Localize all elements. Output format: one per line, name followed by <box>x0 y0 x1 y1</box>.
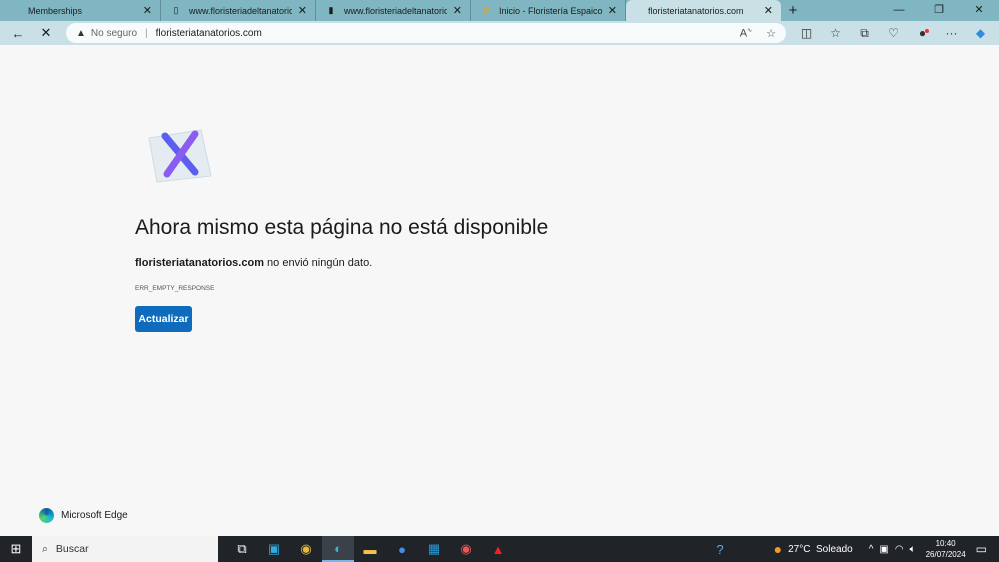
close-window-button[interactable]: ✕ <box>959 0 999 21</box>
search-placeholder: Buscar <box>55 543 89 555</box>
warning-icon[interactable]: ▲ <box>76 28 86 39</box>
tab-floristeriatanatorios[interactable]: floristeriatanatorios.com ✕ <box>626 0 781 21</box>
file-explorer-icon[interactable]: ▬ <box>354 536 386 562</box>
taskbar-search[interactable]: ⌕ Buscar <box>32 536 218 562</box>
search-icon: ⌕ <box>42 542 48 555</box>
tab-label: Memberships <box>28 5 83 16</box>
tab-label: floristeriatanatorios.com <box>648 5 744 16</box>
time: 10:40 <box>935 539 956 548</box>
volume-icon[interactable]: 🔈︎ <box>910 544 916 555</box>
tab-floristeriadeltanatorio-1[interactable]: ▯ www.floristeriadeltanatorio.es ✕ <box>161 0 316 21</box>
tab-label: www.floristeriadeltanatorio.es <box>189 5 292 16</box>
windows-start-icon[interactable]: ⊞ <box>0 541 32 557</box>
favorite-star-icon[interactable]: ☆ <box>766 27 776 40</box>
copilot-icon[interactable]: ◆ <box>966 26 995 40</box>
restore-button[interactable]: ❐ <box>919 0 959 21</box>
page-icon: ▯ <box>173 5 179 15</box>
error-code: ERR_EMPTY_RESPONSE <box>135 285 215 292</box>
taskbar: ⊞ ⌕ Buscar ⧉ ▣ ◉ ◐ ▬ ● ▦ ◉ ▲ ? ● 27°C Sol… <box>0 536 999 562</box>
show-hidden-icons[interactable]: ^ <box>869 544 874 555</box>
tab-label: Inicio - Floristería Espaicol <box>499 5 602 16</box>
error-title: Ahora mismo esta página no está disponib… <box>135 216 549 239</box>
close-tab-icon[interactable]: ✕ <box>298 4 307 17</box>
notifications-icon[interactable]: ▭ <box>976 542 987 556</box>
globe-icon: ◌ <box>12 5 18 16</box>
close-tab-icon[interactable]: ✕ <box>453 4 462 17</box>
reload-button[interactable]: Actualizar <box>135 306 192 332</box>
edge-taskbar-icon[interactable]: ◐ <box>322 536 354 562</box>
close-tab-icon[interactable]: ✕ <box>143 4 152 17</box>
split-screen-icon[interactable]: ◫ <box>792 26 821 40</box>
chrome-icon[interactable]: ◉ <box>290 536 322 562</box>
back-button[interactable]: ← <box>4 26 32 41</box>
help-icon[interactable]: ? <box>716 542 723 557</box>
error-message-text: no envió ningún dato. <box>263 257 373 269</box>
chrome-profile-icon[interactable]: ◉ <box>450 536 482 562</box>
app-icon[interactable]: ▣ <box>258 536 290 562</box>
edge-branding: Microsoft Edge <box>39 508 128 523</box>
tab-label: www.floristeriadeltanatorio.es <box>344 5 447 16</box>
close-tab-icon[interactable]: ✕ <box>764 4 773 17</box>
url-text[interactable]: floristeriatanatorios.com <box>156 28 262 39</box>
profile-avatar[interactable]: ● <box>908 26 937 40</box>
tab-espaicol[interactable]: ✿ Inicio - Floristería Espaicol ✕ <box>471 0 626 21</box>
navigation-bar: ← ✕ ▲ No seguro | floristeriatanatorios.… <box>0 21 999 45</box>
read-aloud-icon[interactable]: A∿ <box>740 27 752 40</box>
page-icon: ▮ <box>328 5 334 15</box>
store-icon[interactable]: ▦ <box>418 536 450 562</box>
more-menu-icon[interactable]: ··· <box>937 26 966 40</box>
address-bar[interactable]: ▲ No seguro | floristeriatanatorios.com … <box>66 23 786 43</box>
browser-essentials-icon[interactable]: ♡ <box>879 26 908 40</box>
security-status[interactable]: No seguro <box>91 28 137 39</box>
task-view-icon[interactable]: ⧉ <box>226 536 258 562</box>
tab-floristeriadeltanatorio-2[interactable]: ▮ www.floristeriadeltanatorio.es ✕ <box>316 0 471 21</box>
minimize-button[interactable]: — <box>879 0 919 21</box>
weather-icon[interactable]: ● <box>774 541 782 557</box>
error-domain: floristeriatanatorios.com <box>135 257 264 269</box>
flower-icon: ✿ <box>482 5 490 15</box>
stop-loading-button[interactable]: ✕ <box>32 25 60 41</box>
new-tab-button[interactable]: + <box>781 2 805 19</box>
clock[interactable]: 10:40 26/07/2024 <box>926 538 966 560</box>
error-x-icon <box>148 129 212 183</box>
brand-name: Microsoft Edge <box>61 510 128 521</box>
tab-memberships[interactable]: ◌ Memberships ✕ <box>0 0 161 21</box>
date: 26/07/2024 <box>925 550 966 559</box>
error-message: floristeriatanatorios.com no envió ningú… <box>135 257 372 269</box>
meet-icon[interactable]: ▣ <box>879 544 888 555</box>
favorites-icon[interactable]: ☆ <box>821 26 850 40</box>
acrobat-icon[interactable]: ▲ <box>482 536 514 562</box>
tab-strip: ◌ Memberships ✕ ▯ www.floristeriadeltanator… <box>0 0 999 21</box>
wifi-icon[interactable]: ◠ <box>895 544 904 555</box>
edge-logo-icon <box>39 508 54 523</box>
weather-text[interactable]: 27°C Soleado <box>788 544 853 555</box>
collections-icon[interactable]: ⧉ <box>850 26 879 41</box>
app-icon[interactable]: ● <box>386 536 418 562</box>
divider: | <box>145 27 148 39</box>
close-tab-icon[interactable]: ✕ <box>608 4 617 17</box>
